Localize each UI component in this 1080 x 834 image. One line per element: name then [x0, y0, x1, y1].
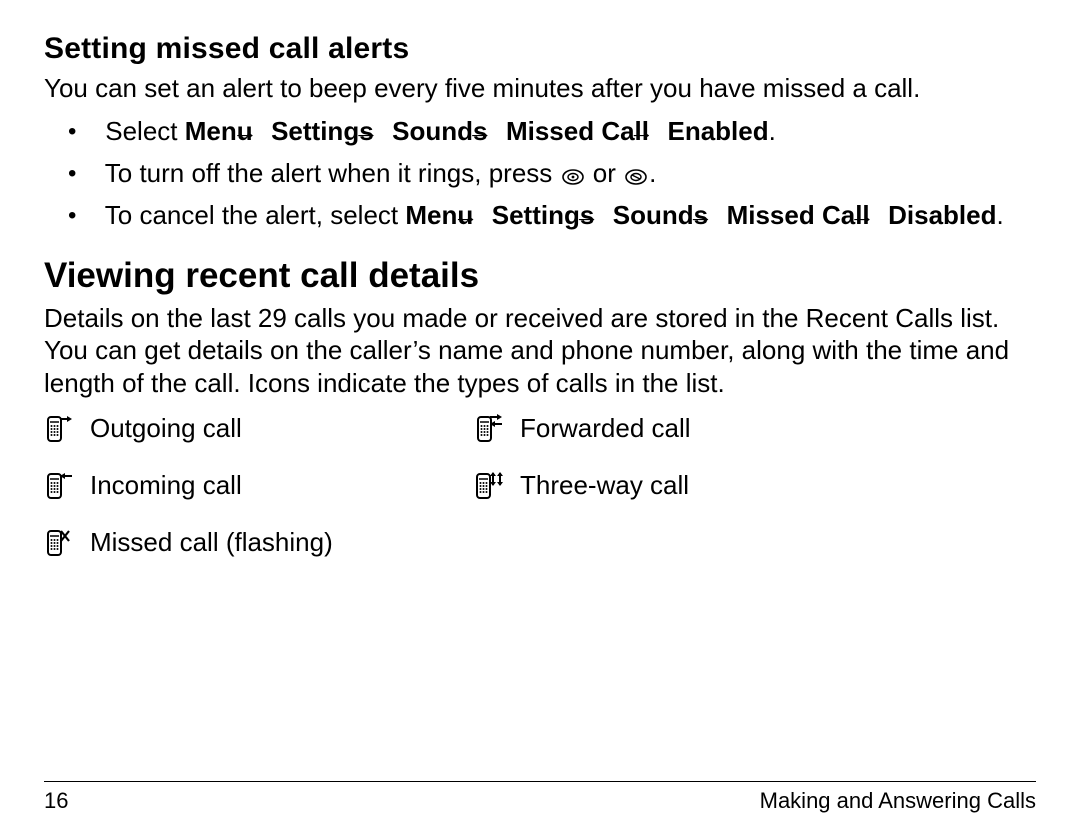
label: Forwarded call — [520, 413, 691, 444]
incoming-call-icon — [44, 471, 76, 501]
ok-button-icon — [562, 169, 584, 185]
menu-path-disabled: Menu → Settings → Sounds → Missed Call →… — [405, 200, 996, 230]
text: . — [649, 158, 656, 188]
label: Three-way call — [520, 470, 689, 501]
end-button-icon — [625, 169, 647, 185]
outgoing-call-icon — [44, 414, 76, 444]
bullet-disable-path: To cancel the alert, select Menu → Setti… — [44, 197, 1036, 233]
icon-item-forwarded: Forwarded call — [474, 413, 864, 444]
label: Missed call (flashing) — [90, 527, 333, 558]
icon-item-incoming: Incoming call — [44, 470, 434, 501]
paragraph-recent-calls-intro: Details on the last 29 calls you made or… — [44, 302, 1036, 400]
label: Incoming call — [90, 470, 242, 501]
forwarded-call-icon — [474, 414, 506, 444]
label: Outgoing call — [90, 413, 242, 444]
page-footer: 16 Making and Answering Calls — [44, 781, 1036, 814]
text: To cancel the alert, select — [105, 200, 406, 230]
paragraph-missed-alert-intro: You can set an alert to beep every five … — [44, 72, 1036, 105]
icon-item-outgoing: Outgoing call — [44, 413, 434, 444]
bullet-turn-off-alert: To turn off the alert when it rings, pre… — [44, 155, 1036, 191]
page-number: 16 — [44, 788, 68, 814]
bullet-list-missed-alerts: Select Menu → Settings → Sounds → Missed… — [44, 113, 1036, 234]
icon-item-threeway: Three-way call — [474, 470, 864, 501]
text: To turn off the alert when it rings, pre… — [105, 158, 560, 188]
heading-missed-call-alerts: Setting missed call alerts — [44, 32, 1036, 66]
text: or — [593, 158, 623, 188]
bullet-enable-path: Select Menu → Settings → Sounds → Missed… — [44, 113, 1036, 149]
menu-path-enabled: Menu → Settings → Sounds → Missed Call →… — [185, 116, 769, 146]
call-type-icon-grid: Outgoing call Forwarded call Incoming ca… — [44, 413, 864, 558]
three-way-call-icon — [474, 471, 506, 501]
text: Select — [105, 116, 185, 146]
heading-recent-call-details: Viewing recent call details — [44, 256, 1036, 296]
chapter-title: Making and Answering Calls — [760, 788, 1036, 814]
icon-item-missed: Missed call (flashing) — [44, 527, 434, 558]
missed-call-icon — [44, 528, 76, 558]
